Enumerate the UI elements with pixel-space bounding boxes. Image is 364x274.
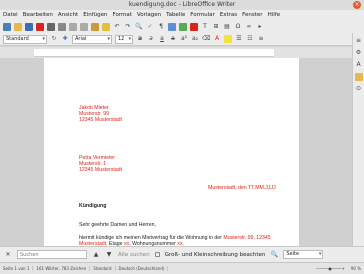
menu-ansicht[interactable]: Ansicht [58,12,78,18]
highlight-icon[interactable] [224,35,232,43]
document-page[interactable]: Jakob Mieter Musterstr. 99 12345 Musters… [44,58,299,247]
menu-formular[interactable]: Formular [190,12,215,18]
find-replace-icon-2[interactable]: 🔍 [270,251,278,259]
close-find-icon[interactable]: ✕ [4,251,12,259]
page-count[interactable]: Seite 1 von 1 [0,266,34,271]
close-button[interactable]: × [353,1,361,9]
bold-icon[interactable]: a [136,35,144,43]
find-next-icon[interactable]: ▼ [105,251,113,259]
special-character-icon[interactable]: Ω [234,23,242,31]
horizontal-ruler[interactable] [34,49,274,57]
print-icon[interactable] [47,22,55,31]
word-count[interactable]: 161 Wörter, 783 Zeichen [33,266,91,271]
search-input[interactable] [17,250,87,259]
page-break-icon[interactable]: ⊞ [212,23,220,31]
align-left-icon[interactable]: ≡ [257,35,265,43]
font-color-icon[interactable]: A [213,35,221,43]
body-address: Musterstr. 99, 12345 [223,235,271,241]
zoom-level[interactable]: 90 % [348,266,364,271]
italic-icon[interactable]: a [147,35,155,43]
subject: Kündigung [79,203,107,209]
insert-textbox-icon[interactable]: T [201,23,209,31]
update-style-icon[interactable]: ↻ [50,35,58,43]
properties-icon[interactable]: ⚙ [355,49,363,57]
find-all-button[interactable]: Alle suchen [118,252,150,258]
underline-icon[interactable]: a [158,35,166,43]
date-value: TT.MM.JJJJ [248,185,276,191]
date-place: Musterstadt, den [208,185,247,191]
window-title: kuendigung.doc - LibreOffice Writer [128,1,236,8]
undo-icon[interactable]: ↶ [113,23,121,31]
salutation: Sehr geehrte Damen und Herren, [79,222,156,228]
page-style[interactable]: Standard [90,266,116,271]
insert-table-icon[interactable] [168,22,176,31]
sender-city: 12345 Musterstadt [79,117,122,123]
redo-icon[interactable]: ↷ [124,23,132,31]
paragraph-style-select[interactable]: Standard [3,34,47,44]
menu-hilfe[interactable]: Hilfe [268,12,281,18]
menu-vorlagen[interactable]: Vorlagen [137,12,161,18]
sidebar: ≡ ⚙ A ⊙ [352,33,364,246]
find-toolbar: ✕ ▲ ▼ Alle suchen Groß- und Kleinschreib… [0,246,364,262]
menu-tabelle[interactable]: Tabelle [166,12,185,18]
language[interactable]: Deutsch (Deutschland) [116,266,169,271]
superscript-icon[interactable]: a² [180,35,188,43]
formatting-marks-icon[interactable]: ¶ [157,23,165,31]
hyperlink-icon[interactable]: ∞ [245,23,253,31]
numbering-icon[interactable]: ☷ [246,35,254,43]
insert-image-icon[interactable] [179,22,187,31]
insert-chart-icon[interactable] [190,22,198,31]
menu-icon[interactable]: ≡ [355,37,363,45]
menu-fenster[interactable]: Fenster [242,12,262,18]
new-style-icon[interactable]: ✚ [61,35,69,43]
paste-icon[interactable] [91,22,99,31]
match-case-label: Groß- und Kleinschreibung beachten [164,251,266,258]
standard-toolbar: ↶ ↷ 🔍 ✓ ¶ T ⊞ ▤ Ω ∞ ▸ [0,20,364,33]
clone-formatting-icon[interactable] [102,22,110,31]
font-size-select[interactable]: 12 [115,34,133,44]
menu-format[interactable]: Format [113,12,132,18]
spelling-icon[interactable]: ✓ [146,23,154,31]
menu-datei[interactable]: Datei [3,12,18,18]
insert-field-icon[interactable]: ▤ [223,23,231,31]
export-pdf-icon[interactable] [36,22,44,31]
gallery-icon[interactable] [354,73,363,81]
new-document-icon[interactable] [3,22,11,31]
title-bar: kuendigung.doc - LibreOffice Writer × [0,0,364,10]
print-preview-icon[interactable] [58,22,66,31]
recipient-city: 12345 Musterstadt [79,167,122,173]
navigator-icon[interactable]: ⊙ [355,85,363,93]
clear-formatting-icon[interactable]: ⌫ [202,35,210,43]
subscript-icon[interactable]: a₂ [191,35,199,43]
more-icon[interactable]: ▸ [256,23,264,31]
find-previous-icon[interactable]: ▲ [92,251,100,259]
menu-einfuegen[interactable]: Einfügen [83,12,107,18]
menu-bearbeiten[interactable]: Bearbeiten [23,12,53,18]
status-bar: Seite 1 von 1 161 Wörter, 783 Zeichen St… [0,262,364,274]
menu-bar: Datei Bearbeiten Ansicht Einfügen Format… [0,10,364,20]
save-icon[interactable] [25,22,33,31]
copy-icon[interactable] [80,22,88,31]
find-replace-icon[interactable]: 🔍 [135,23,143,31]
document-area: Jakob Mieter Musterstr. 99 12345 Musters… [0,58,352,247]
formatting-toolbar: Standard ↻ ✚ Arial 12 a a a a a² a₂ ⌫ A … [0,33,364,46]
date-line: Musterstadt, den TT.MM.JJJJ [208,185,276,191]
cut-icon[interactable] [69,22,77,31]
match-case-checkbox[interactable] [154,252,160,257]
styles-icon[interactable]: A [355,61,363,69]
strikethrough-icon[interactable]: a [169,35,177,43]
font-name-select[interactable]: Arial [72,34,112,44]
menu-extras[interactable]: Extras [220,12,237,18]
navigate-by-select[interactable]: Seite [283,250,324,259]
bullets-icon[interactable]: ☰ [235,35,243,43]
open-folder-icon[interactable] [14,22,22,31]
zoom-slider[interactable]: −────●────+ [312,266,347,271]
